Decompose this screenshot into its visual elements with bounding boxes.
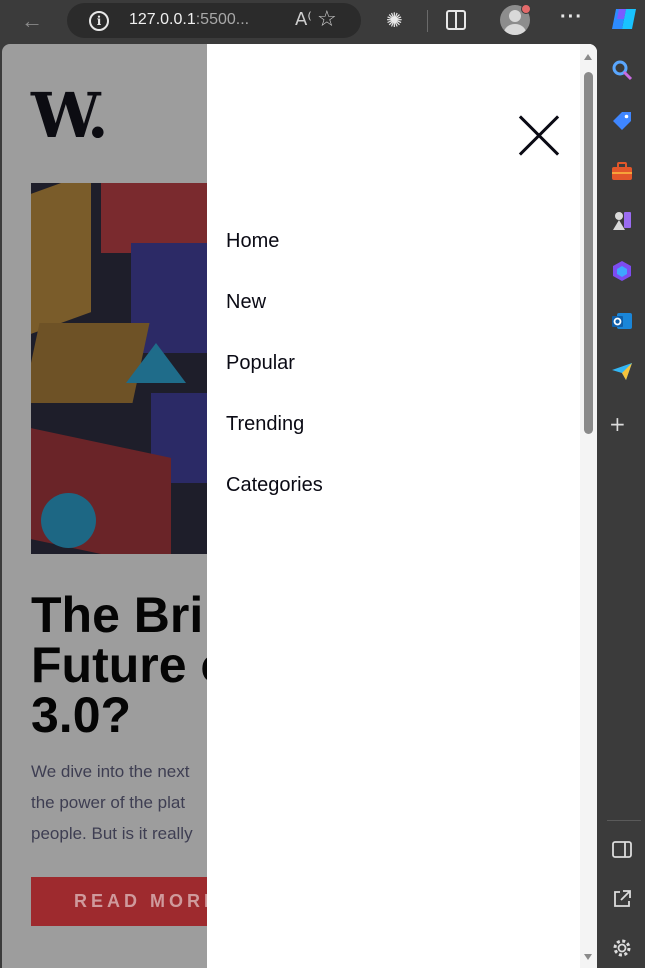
back-arrow-icon[interactable]: ← [18,9,46,33]
url-host: 127.0.0.1 [129,11,196,28]
hero-image [31,183,211,554]
browser-toolbar: ← i 127.0.0.1:5500... A⁽ ☆ ✺ ··· [0,0,645,44]
close-icon[interactable] [518,114,560,156]
nav-item-home[interactable]: Home [226,227,323,288]
extensions-icon[interactable]: ✺ [386,8,408,32]
add-icon[interactable]: + [609,412,626,436]
page-scrollbar[interactable] [580,44,597,968]
split-screen-icon[interactable] [446,10,466,30]
mobile-nav: Home New Popular Trending Categories [226,227,323,532]
nav-item-popular[interactable]: Popular [226,349,323,410]
read-aloud-icon[interactable]: A⁽ [295,9,312,30]
microsoft-365-icon[interactable] [611,260,633,282]
nav-item-categories[interactable]: Categories [226,471,323,532]
scroll-up-arrow-icon[interactable] [584,54,592,60]
open-external-icon[interactable] [611,888,633,910]
outlook-icon[interactable] [611,310,633,332]
search-icon[interactable] [611,59,633,81]
settings-icon[interactable] [611,937,633,959]
sidebar-toggle-icon[interactable] [611,839,633,861]
nav-item-trending[interactable]: Trending [226,410,323,471]
scroll-down-arrow-icon[interactable] [584,954,592,960]
toolbox-icon[interactable] [611,161,633,183]
nav-item-new[interactable]: New [226,288,323,349]
games-icon[interactable] [611,210,633,232]
site-logo[interactable]: W. [31,85,109,147]
browser-sidebar: + [597,44,645,968]
toolbar-divider [427,10,428,32]
scroll-thumb[interactable] [584,72,593,434]
favorite-star-icon[interactable]: ☆ [317,7,337,32]
sidebar-divider [607,820,641,821]
shopping-tag-icon[interactable] [611,110,633,132]
page-viewport: W. The Bri Future o 3.0? We dive into th… [2,44,597,968]
more-icon[interactable]: ··· [560,6,583,29]
send-icon[interactable] [611,360,633,382]
address-bar[interactable]: i 127.0.0.1:5500... A⁽ ☆ [67,3,361,38]
mobile-menu-drawer: Home New Popular Trending Categories [207,44,597,968]
url-rest: :5500... [195,11,250,28]
url-text[interactable]: 127.0.0.1:5500... [129,11,249,29]
copilot-icon[interactable] [610,5,640,33]
info-icon[interactable]: i [89,11,109,31]
profile-notification-dot [521,4,531,14]
